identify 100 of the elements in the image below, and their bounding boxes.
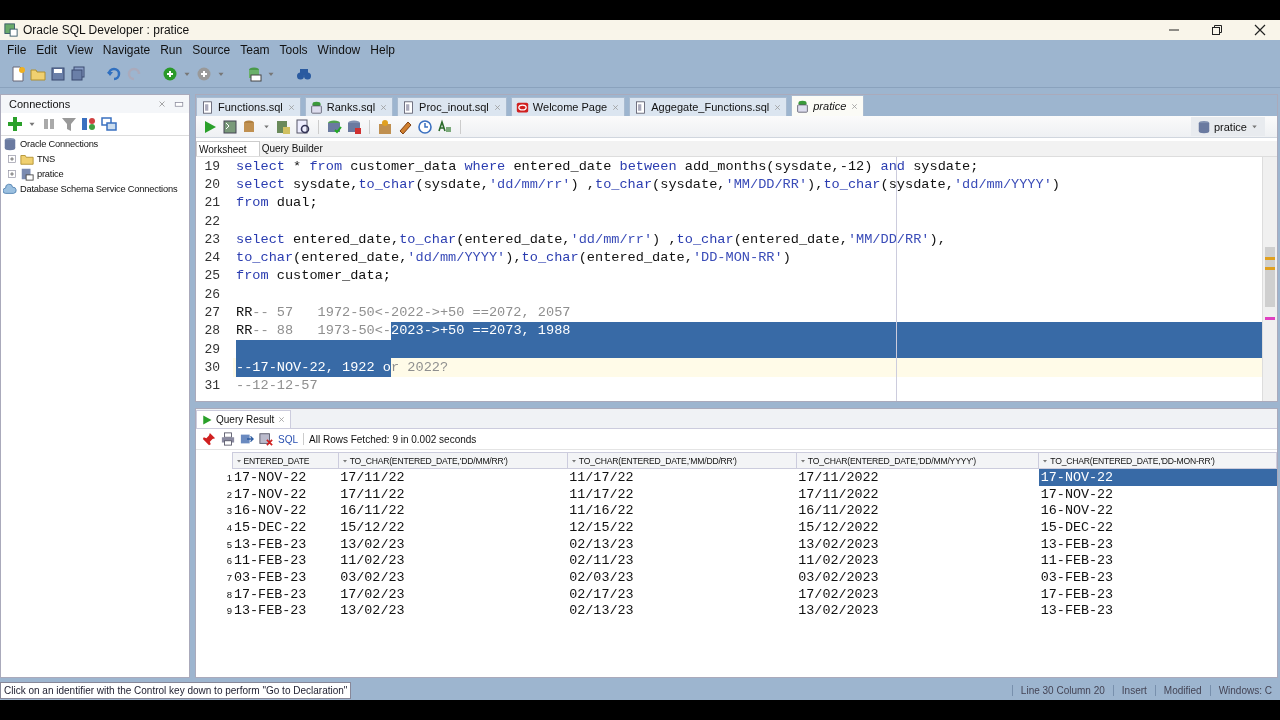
column-header[interactable]: TO_CHAR(ENTERED_DATE,'DD-MON-RR')	[1038, 452, 1277, 469]
table-cell[interactable]: 03/02/23	[338, 569, 568, 586]
table-cell[interactable]: 11/02/23	[338, 552, 568, 570]
add-icon[interactable]	[196, 65, 212, 82]
table-cell[interactable]: 02/11/23	[567, 552, 797, 570]
expand-icon[interactable]	[7, 168, 17, 179]
editor-tab[interactable]: Proc_inout.sql	[397, 97, 507, 116]
editor-tab[interactable]: Welcome Page	[510, 97, 626, 116]
table-cell[interactable]: 15/12/22	[338, 519, 568, 536]
delete-icon[interactable]	[259, 432, 273, 446]
rollback-icon[interactable]	[346, 118, 362, 135]
editor-tab[interactable]: pratice	[791, 95, 865, 116]
editor-tab[interactable]: Aggegate_Functions.sql	[629, 97, 788, 116]
result-tab[interactable]: Query Result	[196, 410, 292, 428]
table-cell[interactable]: 17-FEB-23	[1038, 585, 1277, 603]
worksheet-tab[interactable]: Query Builder	[259, 141, 335, 156]
table-cell[interactable]: 02/13/23	[567, 535, 797, 553]
column-header[interactable]: TO_CHAR(ENTERED_DATE,'DD/MM/RR')	[338, 452, 568, 469]
table-cell[interactable]: 13/02/23	[338, 602, 568, 620]
tree-item[interactable]: Oracle Connections	[20, 138, 99, 149]
add-icon[interactable]	[162, 65, 178, 82]
menu-item[interactable]: View	[62, 43, 98, 57]
windows-icon[interactable]	[101, 116, 117, 132]
magnifier-icon[interactable]	[295, 118, 311, 135]
table-cell[interactable]: 16/11/2022	[796, 502, 1039, 520]
filter-icon[interactable]	[61, 116, 77, 132]
pin-icon[interactable]	[202, 432, 216, 446]
table-cell[interactable]: 15-DEC-22	[1038, 519, 1277, 536]
editor-tab[interactable]: Functions.sql	[196, 97, 301, 116]
menu-item[interactable]: Edit	[31, 43, 63, 57]
close-icon[interactable]	[1254, 24, 1266, 36]
tree-item[interactable]: TNS	[37, 153, 55, 164]
table-cell[interactable]: 11/17/22	[567, 485, 797, 503]
menu-item[interactable]: Window	[312, 43, 366, 57]
menu-item[interactable]: Run	[155, 43, 188, 57]
editor-tab[interactable]: Ranks.sql	[304, 97, 394, 116]
table-cell[interactable]: 17/11/22	[338, 468, 568, 486]
table-cell[interactable]: 16-NOV-22	[232, 502, 339, 520]
table-cell[interactable]: 13-FEB-23	[232, 535, 339, 553]
table-cell[interactable]: 13-FEB-23	[1038, 602, 1277, 620]
table-cell[interactable]: 17/11/2022	[796, 468, 1039, 486]
undo-icon[interactable]	[106, 65, 122, 82]
explain-icon[interactable]	[275, 118, 291, 135]
table-cell[interactable]: 11/17/22	[567, 468, 797, 486]
table-cell[interactable]: 17/02/23	[338, 585, 568, 603]
table-cell[interactable]: 17/11/22	[338, 485, 568, 503]
table-cell[interactable]: 16-NOV-22	[1038, 502, 1277, 520]
add-icon[interactable]	[7, 116, 23, 132]
table-cell[interactable]: 15/12/2022	[796, 519, 1039, 536]
save-all-icon[interactable]	[70, 65, 86, 82]
expand-icon[interactable]	[7, 153, 17, 164]
table-cell[interactable]: 17/11/2022	[796, 485, 1039, 503]
table-cell[interactable]: 17-NOV-22	[232, 485, 339, 503]
tree-item[interactable]: pratice	[37, 168, 64, 179]
scrollbar[interactable]	[1262, 157, 1277, 401]
script-icon[interactable]	[222, 118, 238, 135]
table-cell[interactable]: 11/02/2023	[796, 552, 1039, 570]
table-cell[interactable]: 12/15/22	[567, 519, 797, 536]
new-file-icon[interactable]	[10, 65, 26, 82]
table-cell[interactable]: 02/03/23	[567, 569, 797, 586]
menu-item[interactable]: Help	[365, 43, 400, 57]
table-cell[interactable]: 13/02/23	[338, 535, 568, 553]
table-cell[interactable]: 17/02/2023	[796, 585, 1039, 603]
table-cell[interactable]: 16/11/22	[338, 502, 568, 520]
column-header[interactable]: ENTERED_DATE	[232, 452, 339, 469]
print-icon[interactable]	[221, 432, 235, 446]
table-cell[interactable]: 11/16/22	[567, 502, 797, 520]
table-cell[interactable]: 13-FEB-23	[1038, 535, 1277, 553]
table-cell[interactable]: 11-FEB-23	[232, 552, 339, 570]
table-cell[interactable]: 17-NOV-22	[1038, 485, 1277, 503]
save-icon[interactable]	[50, 65, 66, 82]
column-header[interactable]: TO_CHAR(ENTERED_DATE,'DD/MM/YYYY')	[796, 452, 1039, 469]
menu-item[interactable]: Navigate	[97, 43, 156, 57]
history-icon[interactable]	[417, 118, 433, 135]
sql-link[interactable]: SQL	[278, 433, 298, 445]
menu-item[interactable]: Source	[187, 43, 236, 57]
table-cell[interactable]: 15-DEC-22	[232, 519, 339, 536]
menu-item[interactable]: File	[2, 43, 32, 57]
format-icon[interactable]	[437, 118, 453, 135]
table-cell[interactable]: 17-NOV-22	[232, 468, 339, 486]
table-cell[interactable]: 03/02/2023	[796, 569, 1039, 586]
menu-item[interactable]: Tools	[274, 43, 313, 57]
worksheet-tab[interactable]: Worksheet	[196, 141, 260, 156]
run-icon[interactable]	[202, 118, 218, 135]
menu-item[interactable]: Team	[235, 43, 275, 57]
table-cell[interactable]: 13-FEB-23	[232, 602, 339, 620]
table-cell[interactable]: 17-FEB-23	[232, 585, 339, 603]
table-cell[interactable]: 13/02/2023	[796, 535, 1039, 553]
column-header[interactable]: TO_CHAR(ENTERED_DATE,'MM/DD/RR')	[567, 452, 797, 469]
table-cell[interactable]: 03-FEB-23	[232, 569, 339, 586]
schema-icon[interactable]	[81, 116, 97, 132]
restore-icon[interactable]	[1211, 24, 1223, 36]
table-cell[interactable]: 03-FEB-23	[1038, 569, 1277, 586]
table-cell[interactable]: 02/17/23	[567, 585, 797, 603]
commit-icon[interactable]	[326, 118, 342, 135]
connection-picker[interactable]: pratice	[1190, 117, 1265, 136]
table-cell[interactable]: 11-FEB-23	[1038, 552, 1277, 570]
table-cell[interactable]: 02/13/23	[567, 602, 797, 620]
table-cell[interactable]: 13/02/2023	[796, 602, 1039, 620]
export-icon[interactable]	[240, 432, 254, 446]
